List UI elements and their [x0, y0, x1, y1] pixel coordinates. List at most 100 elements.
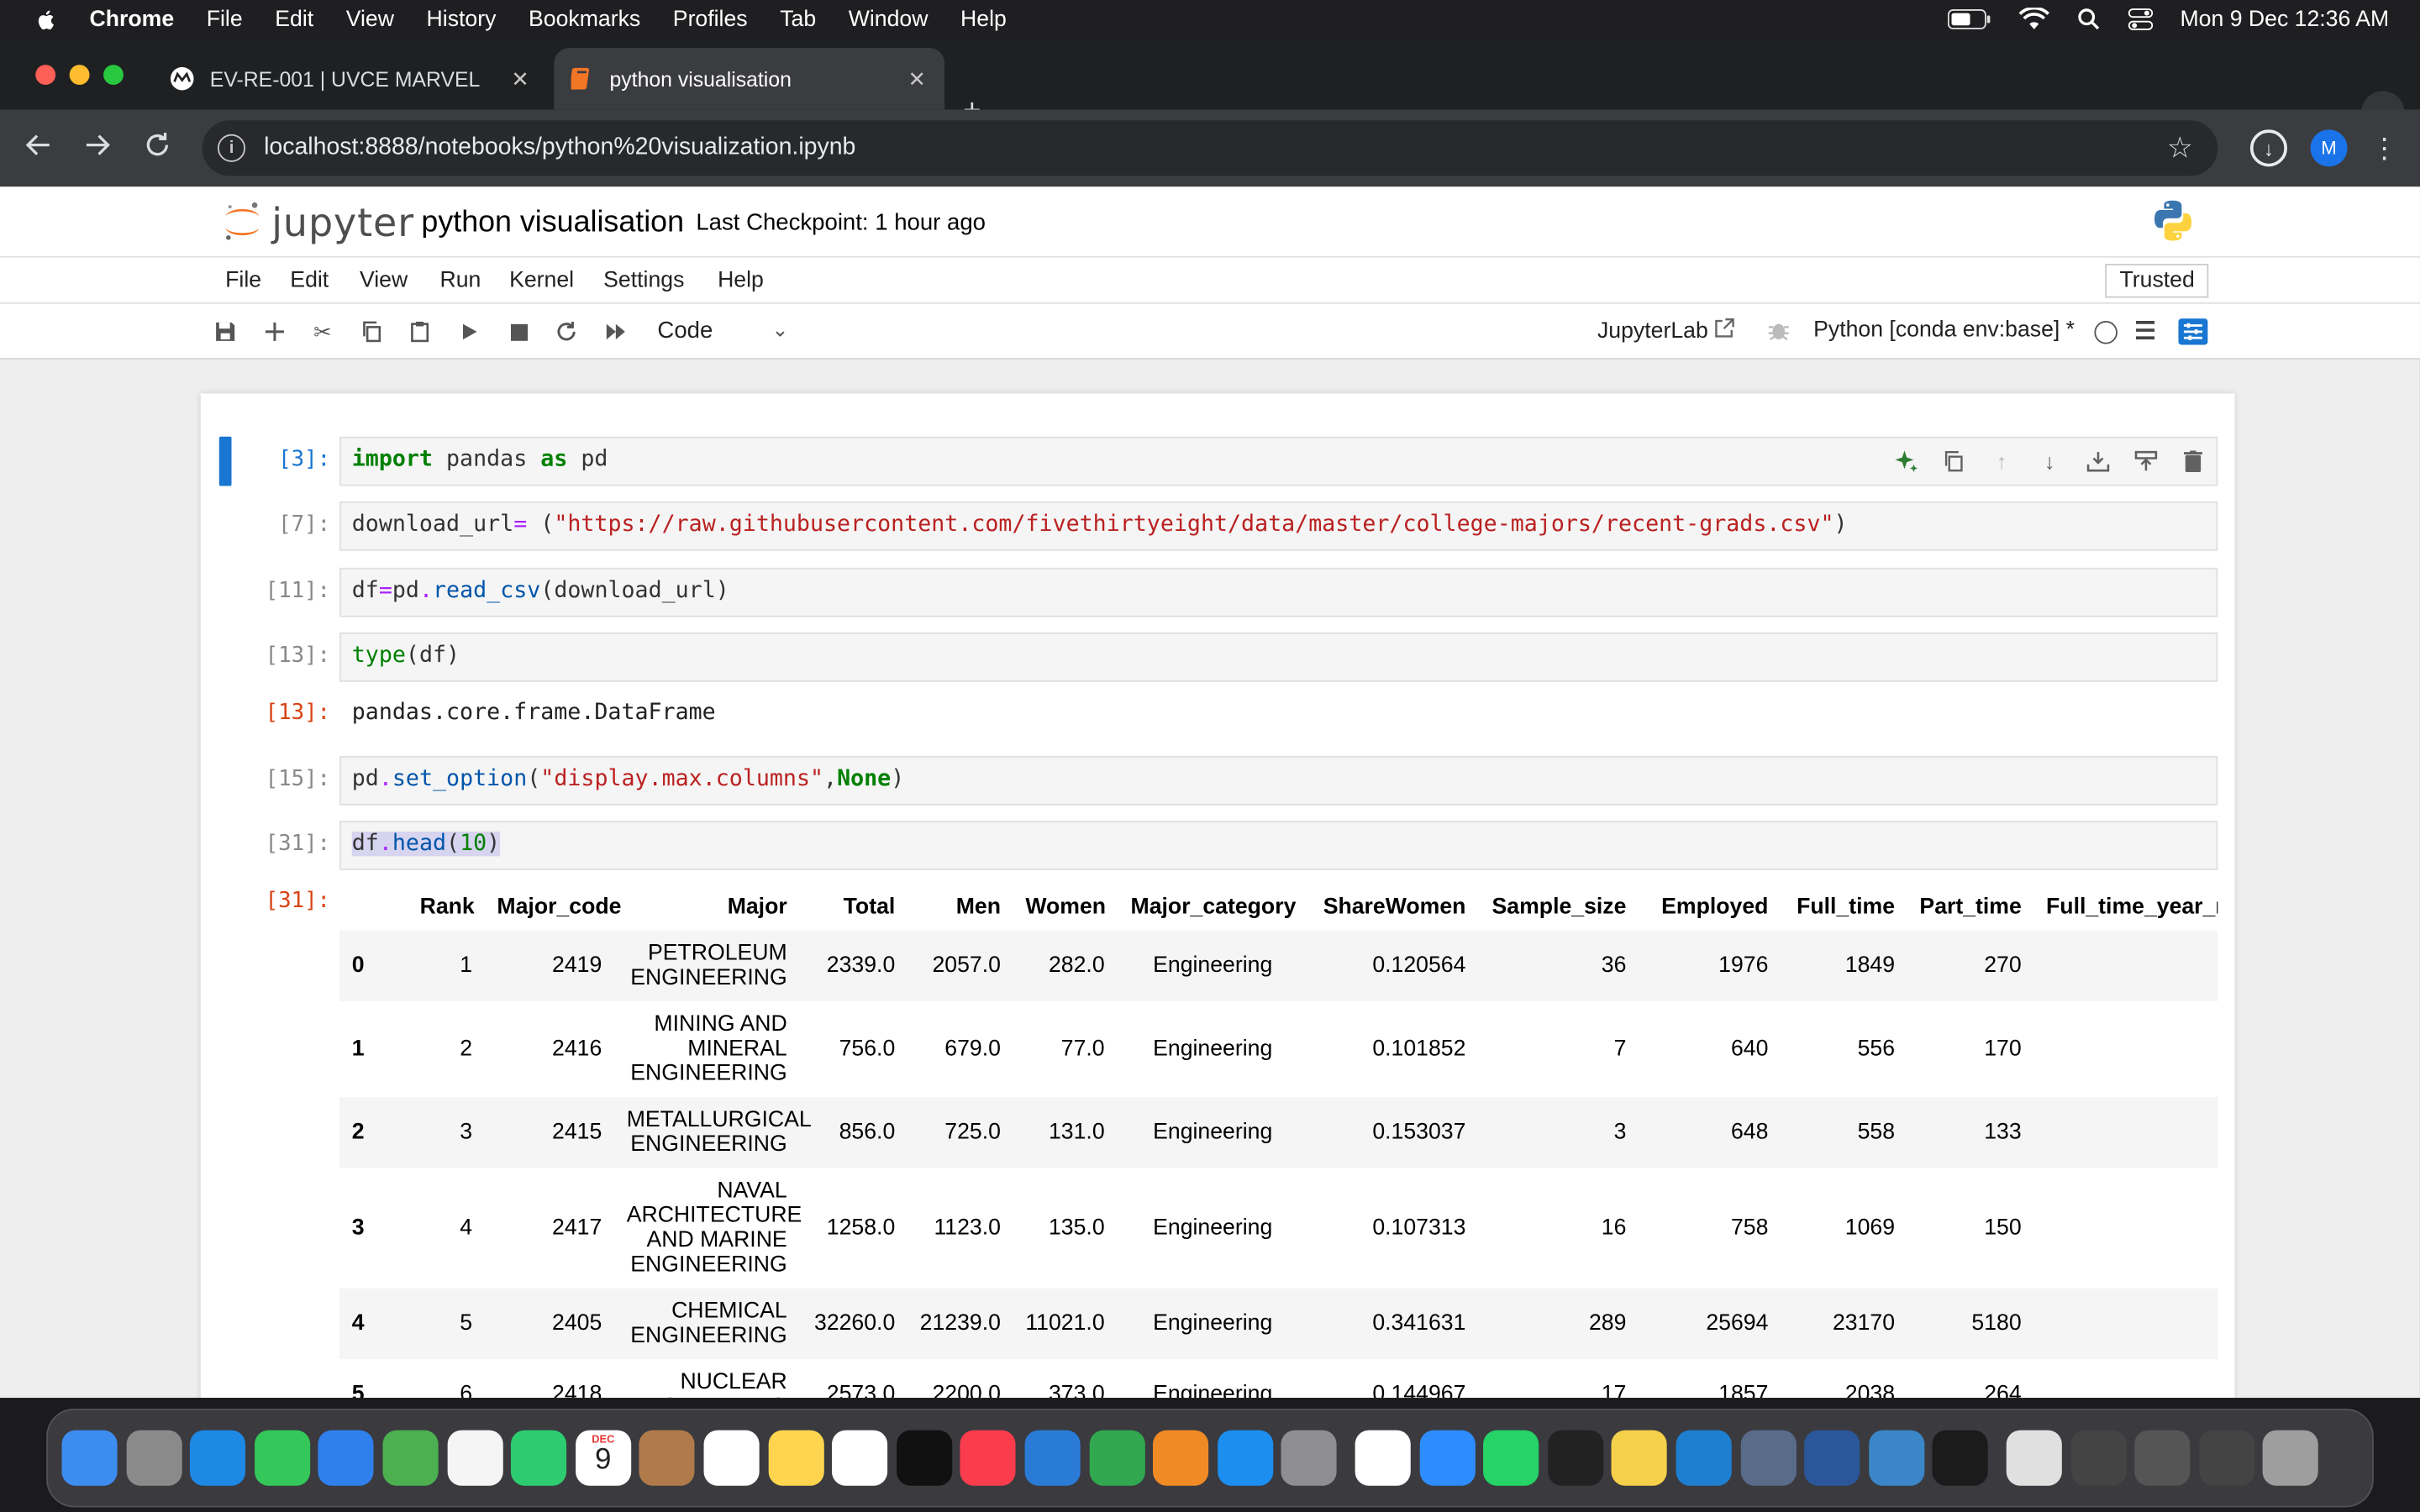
browser-tab-marvel[interactable]: EV-RE-001 | UVCE MARVEL ✕ [155, 48, 548, 109]
save-icon[interactable] [212, 318, 239, 345]
tv-icon[interactable] [896, 1430, 952, 1486]
forward-icon[interactable] [83, 131, 111, 166]
menu-help[interactable]: Help [960, 7, 1007, 31]
menu-file[interactable]: File [207, 7, 243, 31]
chrome-icon[interactable] [1355, 1430, 1411, 1486]
code-editor[interactable]: type(df) [339, 633, 2218, 682]
cut-icon[interactable]: ✂ [308, 318, 336, 345]
menu-lines-icon[interactable] [2133, 318, 2157, 342]
python-launcher-icon[interactable] [1612, 1430, 1668, 1486]
profile-avatar[interactable]: M [2310, 129, 2348, 167]
add-cell-icon[interactable] [260, 318, 288, 345]
whatsapp-icon[interactable] [1483, 1430, 1539, 1486]
restart-run-all-icon[interactable] [602, 318, 629, 345]
trusted-indicator[interactable]: Trusted [2105, 264, 2209, 298]
window-icon[interactable] [2134, 1430, 2191, 1486]
delete-cell-icon[interactable] [2179, 448, 2207, 475]
zoom-icon[interactable] [1419, 1430, 1476, 1486]
chrome-menu-icon[interactable]: ⋮ [2370, 132, 2398, 165]
copy-icon[interactable] [358, 318, 386, 345]
wifi-icon[interactable] [2018, 8, 2049, 31]
cell-type-dropdown[interactable]: Code ⌄ [657, 318, 788, 344]
menu-view[interactable]: View [346, 7, 394, 31]
stop-icon[interactable] [505, 318, 533, 345]
window-icon[interactable] [2070, 1430, 2127, 1486]
music-icon[interactable] [960, 1430, 1017, 1486]
xcode-icon[interactable] [1740, 1430, 1797, 1486]
url-text[interactable]: localhost:8888/notebooks/python%20visual… [264, 134, 855, 162]
window-icon[interactable] [2198, 1430, 2255, 1486]
battery-icon[interactable] [1947, 9, 1990, 29]
keynote-icon[interactable] [1024, 1430, 1081, 1486]
jupyter-menu-edit[interactable]: Edit [290, 269, 329, 293]
menu-profiles[interactable]: Profiles [673, 7, 748, 31]
menu-window[interactable]: Window [849, 7, 929, 31]
reload-icon[interactable] [144, 131, 171, 166]
close-window-button[interactable] [35, 65, 56, 86]
menu-history[interactable]: History [427, 7, 497, 31]
app-store-icon[interactable] [1217, 1430, 1273, 1486]
debugger-bug-icon[interactable] [1767, 318, 1791, 342]
close-tab-icon[interactable]: ✕ [511, 66, 529, 92]
run-icon[interactable] [455, 318, 483, 345]
apple-menu-icon[interactable] [34, 7, 58, 31]
activity-icon[interactable] [1933, 1430, 1989, 1486]
file-icon[interactable] [2006, 1430, 2062, 1486]
jupyterlab-link[interactable]: JupyterLab [1597, 318, 1734, 344]
facetime-icon[interactable] [511, 1430, 567, 1486]
word-icon[interactable] [1804, 1430, 1860, 1486]
restart-kernel-icon[interactable] [553, 318, 581, 345]
vscode-icon[interactable] [1676, 1430, 1732, 1486]
jupyter-menu-run[interactable]: Run [439, 269, 481, 293]
freeform-icon[interactable] [832, 1430, 888, 1486]
jupyter-menu-help[interactable]: Help [718, 269, 764, 293]
notebook-title[interactable]: python visualisation [421, 205, 684, 240]
browser-tab-notebook[interactable]: python visualisation ✕ [554, 47, 945, 110]
move-up-icon[interactable]: ↑ [1988, 448, 2016, 475]
code-editor[interactable]: pd.set_option("display.max.columns",None… [339, 755, 2218, 806]
preview-icon[interactable] [1868, 1430, 1924, 1486]
mail-icon[interactable] [318, 1430, 375, 1486]
trash-icon[interactable] [2263, 1430, 2319, 1486]
move-down-icon[interactable]: ↓ [2036, 448, 2064, 475]
dataframe-output[interactable]: Rank Major_code Major Total Men Women Major_ca… [339, 884, 2218, 1398]
duplicate-cell-icon[interactable] [1940, 448, 1968, 475]
address-bar[interactable]: i localhost:8888/notebooks/python%20visu… [202, 120, 2218, 176]
finder-icon[interactable] [61, 1430, 118, 1486]
code-editor[interactable]: df.head(10) [339, 821, 2218, 870]
zoom-window-button[interactable] [103, 65, 124, 86]
jupyter-menu-view[interactable]: View [360, 269, 408, 293]
menu-bookmarks[interactable]: Bookmarks [529, 7, 640, 31]
spotlight-search-icon[interactable] [2076, 8, 2100, 31]
terminal-icon[interactable] [1547, 1430, 1603, 1486]
system-settings-icon[interactable] [1281, 1430, 1338, 1486]
code-editor[interactable]: df=pd.read_csv(download_url) [339, 567, 2218, 617]
insert-below-icon[interactable] [2131, 448, 2159, 475]
control-center-icon[interactable] [2128, 8, 2153, 31]
reminders-icon[interactable] [703, 1430, 760, 1486]
jupyter-menu-file[interactable]: File [225, 269, 261, 293]
jupyter-menu-kernel[interactable]: Kernel [509, 269, 574, 293]
pages-icon[interactable] [1153, 1430, 1209, 1486]
insert-above-icon[interactable] [2084, 448, 2112, 475]
menu-app-name[interactable]: Chrome [90, 7, 175, 31]
close-tab-icon[interactable]: ✕ [908, 66, 926, 92]
photos-icon[interactable] [446, 1430, 503, 1486]
minimize-window-button[interactable] [69, 65, 90, 86]
property-inspector-icon[interactable] [2178, 318, 2209, 345]
back-icon[interactable] [24, 131, 52, 166]
download-icon[interactable]: ↓ [2249, 129, 2287, 167]
numbers-icon[interactable] [1088, 1430, 1145, 1486]
bookmark-star-icon[interactable]: ☆ [2167, 130, 2193, 165]
jupyter-logo[interactable]: jupyter [222, 199, 414, 245]
launchpad-icon[interactable] [125, 1430, 182, 1486]
site-info-icon[interactable]: i [217, 134, 246, 162]
menu-tab[interactable]: Tab [780, 7, 816, 31]
menubar-clock[interactable]: Mon 9 Dec 12:36 AM [2180, 7, 2389, 31]
messages-icon[interactable] [254, 1430, 310, 1486]
safari-icon[interactable] [190, 1430, 246, 1486]
maps-icon[interactable] [382, 1430, 439, 1486]
paste-icon[interactable] [406, 318, 434, 345]
jupyter-menu-settings[interactable]: Settings [603, 269, 684, 293]
calendar-icon[interactable]: DEC 9 [575, 1430, 631, 1486]
